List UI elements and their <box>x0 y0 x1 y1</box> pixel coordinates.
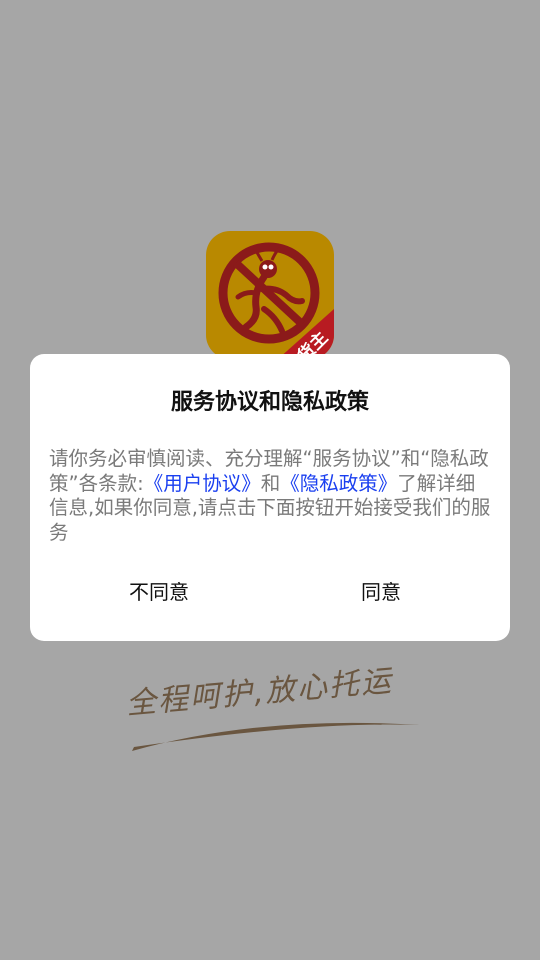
privacy-dialog: 服务协议和隐私政策 请你务必审慎阅读、充分理解“服务协议”和“隐私政策”各条款:… <box>30 354 510 641</box>
slogan: 全程呵护,放心托运 <box>110 655 440 765</box>
dialog-body: 请你务必审慎阅读、充分理解“服务协议”和“隐私政策”各条款:《用户协议》和《隐私… <box>49 447 493 545</box>
user-agreement-link[interactable]: 《用户协议》 <box>144 472 261 495</box>
privacy-policy-link[interactable]: 《隐私政策》 <box>280 472 397 495</box>
body-text-and: 和 <box>260 471 281 495</box>
app-logo-icon: 货主 <box>206 231 334 359</box>
disagree-button[interactable]: 不同意 <box>59 572 259 612</box>
dialog-title: 服务协议和隐私政策 <box>170 390 369 415</box>
dialog-actions: 不同意 同意 <box>30 572 510 612</box>
agree-button[interactable]: 同意 <box>281 572 481 612</box>
delivery-ant-icon: 货主 <box>206 231 334 359</box>
